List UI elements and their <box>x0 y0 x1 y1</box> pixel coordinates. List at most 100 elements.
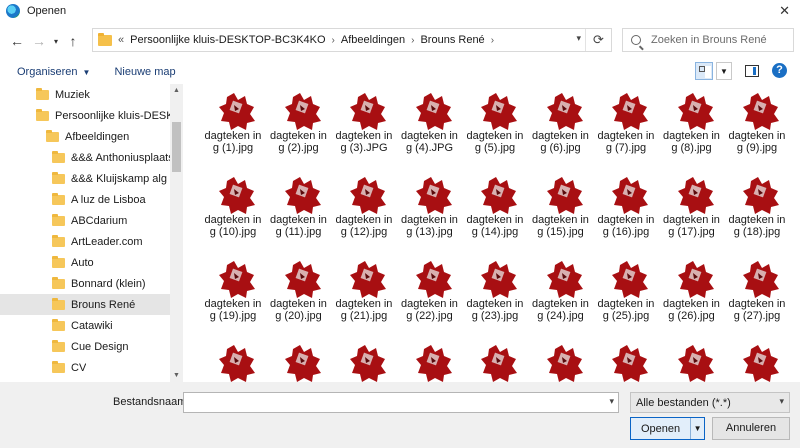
folder-icon <box>52 171 65 184</box>
file-item[interactable]: dagteken ing (12).jpg <box>332 168 396 252</box>
file-item[interactable]: dagteken ing (23).jpg <box>463 252 527 336</box>
file-item[interactable]: dagteken ing (15).jpg <box>529 168 593 252</box>
file-item[interactable]: dagteken ing (6).jpg <box>529 84 593 168</box>
file-item[interactable]: dagteken ing (8).jpg <box>660 84 724 168</box>
file-item[interactable] <box>594 336 658 382</box>
file-name: dagteken ing (5).jpg <box>466 130 524 154</box>
refresh-icon[interactable]: ⟳ <box>585 29 611 51</box>
forward-arrow-icon[interactable]: → <box>28 33 50 49</box>
organize-button[interactable]: Organiseren ▼ <box>17 66 90 78</box>
open-options-dropdown-icon[interactable]: ▼ <box>690 418 704 439</box>
folder-icon <box>52 255 65 268</box>
file-item[interactable]: dagteken ing (20).jpg <box>267 252 331 336</box>
back-arrow-icon[interactable]: ← <box>6 33 28 49</box>
file-item[interactable]: dagteken ing (4).JPG <box>398 84 462 168</box>
image-thumbnail <box>743 177 779 214</box>
file-item[interactable]: dagteken ing (10).jpg <box>201 168 265 252</box>
chevron-down-icon[interactable]: ▾ <box>609 396 614 407</box>
sidebar-scrollbar[interactable]: ▲ ▼ <box>170 84 183 382</box>
file-item[interactable]: dagteken ing (13).jpg <box>398 168 462 252</box>
breadcrumb-separator-icon[interactable]: › <box>411 35 414 46</box>
file-item[interactable]: dagteken ing (19).jpg <box>201 252 265 336</box>
file-item[interactable]: dagteken ing (17).jpg <box>660 168 724 252</box>
file-item[interactable] <box>529 336 593 382</box>
breadcrumb-separator-icon[interactable]: › <box>332 35 335 46</box>
file-item[interactable]: dagteken ing (16).jpg <box>594 168 658 252</box>
filename-input[interactable]: ▾ <box>183 392 619 413</box>
file-name: dagteken ing (26).jpg <box>663 298 720 322</box>
sidebar-item[interactable]: ArtLeader.com <box>0 231 182 252</box>
file-item[interactable]: dagteken ing (2).jpg <box>267 84 331 168</box>
window-title: Openen <box>27 5 67 17</box>
sidebar-item[interactable]: A luz de Lisboa <box>0 189 182 210</box>
sidebar-item[interactable]: Brouns René <box>0 294 182 315</box>
search-box[interactable]: Zoeken in Brouns René <box>622 28 794 52</box>
sidebar-item[interactable]: Cue Design <box>0 336 182 357</box>
close-icon[interactable]: ✕ <box>779 3 790 19</box>
open-button[interactable]: Openen ▼ <box>630 417 705 440</box>
breadcrumb-separator-icon[interactable]: › <box>491 35 494 46</box>
image-thumbnail <box>350 93 386 130</box>
file-item[interactable] <box>201 336 265 382</box>
file-item[interactable]: dagteken ing (22).jpg <box>398 252 462 336</box>
change-view-icon[interactable] <box>695 62 713 80</box>
scroll-down-icon[interactable]: ▼ <box>170 372 183 379</box>
address-dropdown-icon[interactable]: ▾ <box>576 33 581 44</box>
folder-icon <box>98 32 112 46</box>
breadcrumb-item[interactable]: Persoonlijke kluis-DESKTOP-BC3K4KO <box>130 34 325 46</box>
file-item[interactable]: dagteken ing (18).jpg <box>725 168 789 252</box>
scrollbar-thumb[interactable] <box>172 122 181 172</box>
file-item[interactable]: dagteken ing (1).jpg <box>201 84 265 168</box>
file-type-select[interactable]: Alle bestanden (*.*) ▾ <box>630 392 790 413</box>
sidebar-item[interactable]: ABCdarium <box>0 210 182 231</box>
file-item[interactable]: dagteken ing (25).jpg <box>594 252 658 336</box>
folder-icon <box>52 339 65 352</box>
file-item[interactable]: dagteken ing (27).jpg <box>725 252 789 336</box>
navigation-bar: ← → ▾ ↑ « Persoonlijke kluis-DESKTOP-BC3… <box>0 22 800 60</box>
file-item[interactable]: dagteken ing (14).jpg <box>463 168 527 252</box>
scroll-up-icon[interactable]: ▲ <box>170 87 183 94</box>
file-item[interactable]: dagteken ing (7).jpg <box>594 84 658 168</box>
chevron-down-icon[interactable]: ▾ <box>779 396 784 407</box>
sidebar-item[interactable]: &&& Kluijskamp alg <box>0 168 182 189</box>
file-item[interactable] <box>660 336 724 382</box>
address-bar[interactable]: « Persoonlijke kluis-DESKTOP-BC3K4KO › A… <box>92 28 612 52</box>
sidebar-item[interactable]: Auto <box>0 252 182 273</box>
sidebar-item[interactable]: Catawiki <box>0 315 182 336</box>
file-item[interactable] <box>332 336 396 382</box>
file-item[interactable] <box>725 336 789 382</box>
cancel-button[interactable]: Annuleren <box>712 417 790 440</box>
sidebar-item[interactable]: &&& Anthoniusplaats <box>0 147 182 168</box>
image-thumbnail <box>677 93 714 130</box>
new-folder-button[interactable]: Nieuwe map <box>114 66 175 78</box>
search-icon <box>631 35 641 45</box>
file-item[interactable]: dagteken ing (11).jpg <box>267 168 331 252</box>
file-item[interactable] <box>267 336 331 382</box>
recent-locations-chevron-icon[interactable]: ▾ <box>50 37 62 46</box>
help-icon[interactable]: ? <box>772 63 787 78</box>
preview-pane-icon[interactable] <box>745 65 759 77</box>
sidebar-item[interactable]: Bonnard (klein) <box>0 273 182 294</box>
file-item[interactable]: dagteken ing (21).jpg <box>332 252 396 336</box>
sidebar-item[interactable]: Muziek <box>0 84 182 105</box>
sidebar-item-label: Bonnard (klein) <box>71 277 146 290</box>
file-item[interactable]: dagteken ing (9).jpg <box>725 84 789 168</box>
sidebar-item[interactable]: Persoonlijke kluis-DESKTO <box>0 105 182 126</box>
breadcrumb-item[interactable]: Brouns René <box>420 34 484 46</box>
view-options-dropdown-icon[interactable]: ▼ <box>716 62 732 80</box>
file-item[interactable] <box>463 336 527 382</box>
sidebar-item[interactable]: Afbeeldingen <box>0 126 182 147</box>
up-arrow-icon[interactable]: ↑ <box>62 33 84 49</box>
file-item[interactable]: dagteken ing (5).jpg <box>463 84 527 168</box>
breadcrumb-item[interactable]: Afbeeldingen <box>341 34 405 46</box>
file-item[interactable]: dagteken ing (26).jpg <box>660 252 724 336</box>
file-name: dagteken ing (9).jpg <box>728 130 786 154</box>
file-item[interactable]: dagteken ing (24).jpg <box>529 252 593 336</box>
file-item[interactable] <box>398 336 462 382</box>
breadcrumb: « Persoonlijke kluis-DESKTOP-BC3K4KO › A… <box>118 34 500 46</box>
sidebar-item[interactable]: CV <box>0 357 182 378</box>
file-name: dagteken ing (23).jpg <box>466 298 524 322</box>
file-item[interactable]: dagteken ing (3).JPG <box>332 84 396 168</box>
image-thumbnail <box>284 261 321 298</box>
breadcrumb-overflow[interactable]: « <box>118 34 124 46</box>
